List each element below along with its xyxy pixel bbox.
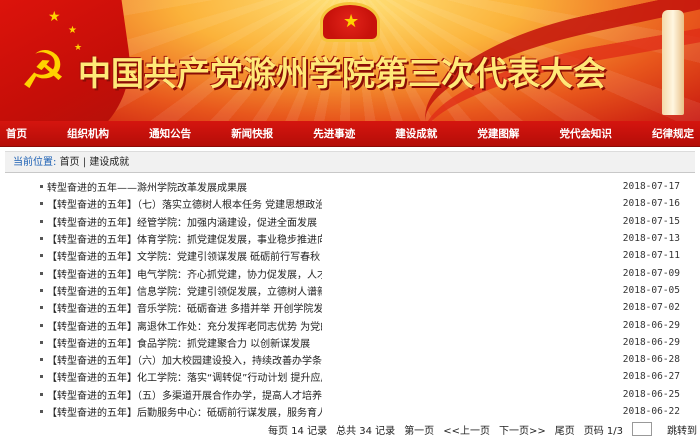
nav-item-party-illustrations[interactable]: 党建图解 [477, 126, 519, 141]
article-date: 2018-06-27 [622, 371, 680, 383]
last-page-link[interactable]: 尾页 [555, 422, 575, 437]
bullet-icon [40, 202, 43, 206]
first-page-link[interactable]: 第一页 [404, 422, 434, 437]
article-date: 2018-07-17 [622, 181, 680, 193]
article-date: 2018-06-29 [622, 319, 680, 331]
prev-page-link[interactable]: <<上一页 [443, 422, 490, 437]
bullet-icon [40, 271, 43, 275]
star-icon: ★ [48, 9, 61, 25]
bullet-icon [40, 185, 43, 189]
article-date: 2018-07-05 [622, 284, 680, 296]
list-item[interactable]: 【转型奋进的五年】信息学院：党建引领促发展，立德树人谱新篇 2018-07-05 [40, 282, 680, 299]
bullet-icon [40, 392, 43, 396]
bullet-icon [40, 410, 43, 413]
bullet-icon [40, 375, 43, 379]
nav-item-organization[interactable]: 组织机构 [67, 126, 109, 141]
article-title[interactable]: 【转型奋进的五年】音乐学院：砥砺奋进 多措并举 开创学院发展新... [47, 300, 322, 315]
nav-item-discipline[interactable]: 纪律规定 [652, 126, 694, 141]
nav-item-home[interactable]: 首页 [6, 126, 27, 141]
nav-item-notices[interactable]: 通知公告 [149, 126, 191, 141]
bullet-icon [40, 237, 43, 241]
article-date: 2018-07-02 [622, 302, 680, 314]
article-title[interactable]: 【转型奋进的五年】（六）加大校园建设投入，持续改善办学条件 [47, 352, 322, 367]
bullet-icon [40, 288, 43, 292]
header-banner: ★ ★ ★ ☭ ★ 中国共产党滁州学院第三次代表大会 [0, 0, 700, 121]
article-title[interactable]: 【转型奋进的五年】电气学院：齐心抓党建，协力促发展，人才培养... [47, 266, 322, 281]
bullet-icon [40, 340, 43, 344]
list-item[interactable]: 【转型奋进的五年】（五）多渠道开展合作办学，提高人才培养国际... 2018-06… [40, 386, 680, 403]
bullet-icon [40, 323, 43, 327]
banner-title: 中国共产党滁州学院第三次代表大会 [78, 54, 606, 93]
article-date: 2018-07-11 [622, 250, 680, 262]
national-emblem-icon: ★ [320, 2, 380, 42]
list-item[interactable]: 【转型奋进的五年】音乐学院：砥砺奋进 多措并举 开创学院发展新... 2018-0… [40, 299, 680, 316]
article-title[interactable]: 【转型奋进的五年】信息学院：党建引领促发展，立德树人谱新篇 [47, 283, 322, 298]
page-info: 页码 1/3 [583, 425, 623, 437]
star-icon: ★ [68, 25, 77, 36]
breadcrumb-current[interactable]: 建设成就 [89, 157, 129, 168]
article-date: 2018-06-28 [622, 354, 680, 366]
article-date: 2018-07-15 [622, 215, 680, 227]
list-item[interactable]: 【转型奋进的五年】体育学院：抓党建促发展，事业稳步推进向前 2018-07-13 [40, 230, 680, 247]
list-item[interactable]: 【转型奋进的五年】电气学院：齐心抓党建，协力促发展，人才培养... 2018-07… [40, 264, 680, 281]
per-page-count: 每页 14 记录 [268, 425, 328, 437]
article-title[interactable]: 【转型奋进的五年】离退休工作处：充分发挥老同志优势 为党的事... [47, 318, 322, 333]
breadcrumb: 当前位置: 首页 | 建设成就 [5, 151, 695, 173]
main-nav: 首页 组织机构 通知公告 新闻快报 先进事迹 建设成就 党建图解 党代会知识 纪… [0, 121, 700, 147]
article-title[interactable]: 【转型奋进的五年】（五）多渠道开展合作办学，提高人才培养国际... [47, 387, 322, 402]
list-item[interactable]: 【转型奋进的五年】（六）加大校园建设投入，持续改善办学条件 2018-06-28 [40, 351, 680, 368]
list-item[interactable]: 转型奋进的五年——滁州学院改革发展成果展 2018-07-17 [40, 178, 680, 195]
article-title[interactable]: 【转型奋进的五年】文学院：党建引领谋发展 砥砺前行写春秋 [47, 248, 322, 263]
breadcrumb-home[interactable]: 首页 [60, 157, 80, 168]
article-title[interactable]: 【转型奋进的五年】（七）落实立德树人根本任务 党建思想政治工... [47, 196, 322, 211]
article-date: 2018-06-25 [622, 388, 680, 400]
list-item[interactable]: 【转型奋进的五年】离退休工作处：充分发挥老同志优势 为党的事... 2018-06… [40, 316, 680, 333]
list-item[interactable]: 【转型奋进的五年】（七）落实立德树人根本任务 党建思想政治工... 2018-07… [40, 195, 680, 212]
article-title[interactable]: 【转型奋进的五年】体育学院：抓党建促发展，事业稳步推进向前 [47, 231, 322, 246]
article-date: 2018-07-09 [622, 267, 680, 279]
article-title[interactable]: 【转型奋进的五年】后勤服务中心：砥砺前行谋发展，服务育人谱新... [47, 404, 322, 419]
article-list: 转型奋进的五年——滁州学院改革发展成果展 2018-07-17 【转型奋进的五年】… [40, 178, 680, 420]
nav-item-news[interactable]: 新闻快报 [231, 126, 273, 141]
nav-item-deeds[interactable]: 先进事迹 [313, 126, 355, 141]
total-count: 总共 34 记录 [336, 425, 396, 437]
article-title[interactable]: 【转型奋进的五年】化工学院：落实“调转促”行动计划 提升应用... [47, 369, 322, 384]
article-title[interactable]: 转型奋进的五年——滁州学院改革发展成果展 [47, 179, 322, 194]
list-item[interactable]: 【转型奋进的五年】化工学院：落实“调转促”行动计划 提升应用... 2018-06… [40, 368, 680, 385]
nav-item-achievements[interactable]: 建设成就 [395, 126, 437, 141]
article-date: 2018-07-13 [622, 233, 680, 245]
huabiao-pillar [662, 10, 684, 115]
bullet-icon [40, 219, 43, 223]
pagination: 每页 14 记录 总共 34 记录 第一页 <<上一页 下一页>> 尾页 页码 … [268, 421, 698, 437]
goto-button[interactable]: 跳转到 [667, 422, 697, 437]
next-page-link[interactable]: 下一页>> [499, 422, 546, 437]
bullet-icon [40, 306, 43, 310]
article-title[interactable]: 【转型奋进的五年】食品学院：抓党建聚合力 以创新谋发展 [47, 335, 322, 350]
bullet-icon [40, 254, 43, 258]
breadcrumb-separator: | [82, 157, 87, 168]
breadcrumb-label: 当前位置: [13, 157, 57, 168]
article-date: 2018-06-22 [622, 406, 680, 417]
page-select[interactable] [632, 422, 652, 436]
article-date: 2018-07-16 [622, 198, 680, 210]
nav-item-congress-knowledge[interactable]: 党代会知识 [559, 126, 612, 141]
article-title[interactable]: 【转型奋进的五年】经管学院：加强内涵建设，促进全面发展 [47, 214, 322, 229]
list-item[interactable]: 【转型奋进的五年】文学院：党建引领谋发展 砥砺前行写春秋 2018-07-11 [40, 247, 680, 264]
article-date: 2018-06-29 [622, 336, 680, 348]
list-item[interactable]: 【转型奋进的五年】经管学院：加强内涵建设，促进全面发展 2018-07-15 [40, 213, 680, 230]
hammer-sickle-icon: ☭ [19, 41, 67, 101]
bullet-icon [40, 358, 43, 362]
list-item[interactable]: 【转型奋进的五年】食品学院：抓党建聚合力 以创新谋发展 2018-06-29 [40, 334, 680, 351]
list-item[interactable]: 【转型奋进的五年】后勤服务中心：砥砺前行谋发展，服务育人谱新... 2018-06… [40, 403, 680, 420]
